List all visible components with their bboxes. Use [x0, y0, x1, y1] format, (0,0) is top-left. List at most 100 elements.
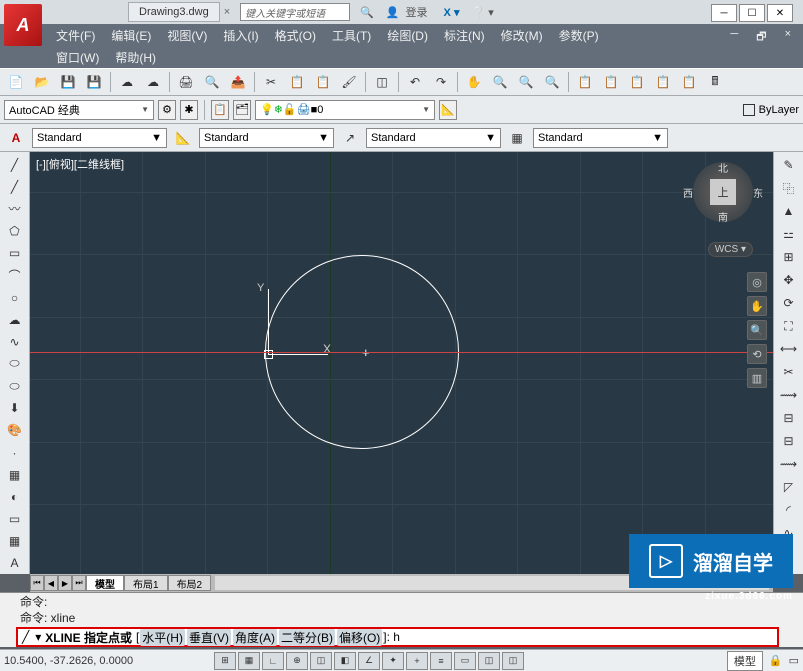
cloud-icon[interactable]: ☁ — [115, 71, 139, 93]
nav-showmotion-icon[interactable]: ▥ — [747, 368, 767, 388]
mirror-icon[interactable]: ▲ — [776, 200, 802, 222]
otrack-icon[interactable]: ∠ — [358, 652, 380, 670]
menu-draw[interactable]: 绘图(D) — [379, 27, 436, 44]
block-make-icon[interactable]: 🎨 — [2, 420, 28, 441]
ducs-icon[interactable]: ✦ — [382, 652, 404, 670]
cmd-opt-h[interactable]: 水平(H) — [140, 629, 185, 646]
menu-insert[interactable]: 插入(I) — [215, 27, 266, 44]
bylayer-color[interactable]: ByLayer — [759, 104, 799, 116]
menu-tools[interactable]: 工具(T) — [324, 27, 379, 44]
cut-icon[interactable]: ✂ — [259, 71, 283, 93]
preview-icon[interactable]: 🔍 — [200, 71, 224, 93]
grid-icon[interactable]: ▦ — [238, 652, 260, 670]
close-button[interactable]: ✕ — [767, 4, 793, 22]
tablestyle-icon[interactable]: ▦ — [505, 127, 529, 149]
tab-last-icon[interactable]: ⏭ — [72, 575, 86, 591]
tab-prev-icon[interactable]: ◀ — [44, 575, 58, 591]
scale-icon[interactable]: ⛶ — [776, 315, 802, 337]
hatch-icon[interactable]: ▦ — [2, 464, 28, 485]
layer-status-icon[interactable]: 📋 — [211, 100, 229, 120]
osnap-icon[interactable]: ◫ — [310, 652, 332, 670]
open-icon[interactable]: 📂 — [30, 71, 54, 93]
view-label[interactable]: [-][俯视][二维线框] — [36, 156, 124, 172]
tab-close-icon[interactable]: × — [220, 6, 234, 18]
undo-icon[interactable]: ↶ — [403, 71, 427, 93]
doc-min-icon[interactable]: ─ — [722, 28, 746, 47]
status-icon2[interactable]: ▭ — [789, 654, 799, 667]
saveas-icon[interactable]: 💾 — [82, 71, 106, 93]
copy2-icon[interactable]: ⿻ — [776, 177, 802, 199]
model-space-btn[interactable]: 模型 — [727, 651, 763, 671]
trim-icon[interactable]: ✂ — [776, 361, 802, 383]
mleaderstyle-combo[interactable]: Standard▼ — [366, 128, 501, 148]
layer-props-icon[interactable]: 🗂 — [233, 100, 251, 120]
ellipsearc-icon[interactable]: ⬭ — [2, 376, 28, 397]
minimize-button[interactable]: ─ — [711, 4, 737, 22]
doc-tab[interactable]: Drawing3.dwg — [128, 2, 220, 22]
block-icon[interactable]: ◫ — [370, 71, 394, 93]
menu-params[interactable]: 参数(P) — [551, 27, 607, 44]
new-icon[interactable]: 📄 — [4, 71, 28, 93]
toolpalette-icon[interactable]: 📋 — [625, 71, 649, 93]
help-icon[interactable]: ❔ ▾ — [467, 6, 497, 19]
rotate-icon[interactable]: ⟳ — [776, 292, 802, 314]
nav-orbit-icon[interactable]: ⟲ — [747, 344, 767, 364]
xline-icon[interactable]: ╱ — [2, 176, 28, 197]
menu-modify[interactable]: 修改(M) — [493, 27, 551, 44]
dimstyle-combo[interactable]: Standard▼ — [199, 128, 334, 148]
rectangle-icon[interactable]: ▭ — [2, 243, 28, 264]
zoom-prev-icon[interactable]: 🔍 — [540, 71, 564, 93]
drawing-canvas[interactable]: [-][俯视][二维线框] Y X + 北 南 西 东 上 WCS ▾ ◎ ✋ … — [30, 152, 773, 574]
ortho-icon[interactable]: ∟ — [262, 652, 284, 670]
app-logo[interactable]: A — [4, 4, 42, 46]
save-icon[interactable]: 💾 — [56, 71, 80, 93]
fillet-icon[interactable]: ◜ — [776, 499, 802, 521]
zoom-icon[interactable]: 🔍 — [488, 71, 512, 93]
gradient-icon[interactable]: ◐ — [2, 486, 28, 507]
polygon-icon[interactable]: ⬠ — [2, 220, 28, 241]
spline-icon[interactable]: ∿ — [2, 331, 28, 352]
nav-wheel-icon[interactable]: ◎ — [747, 272, 767, 292]
cmd-opt-o[interactable]: 偏移(O) — [337, 629, 382, 646]
search-input[interactable]: 键入关键字或短语 — [240, 3, 350, 21]
doc-restore-icon[interactable]: 🗗 — [748, 28, 774, 47]
layer-combo[interactable]: 💡❄🔓🖨 ■ 0▼ — [255, 100, 435, 120]
circle-icon[interactable]: ○ — [2, 287, 28, 308]
nav-zoom-icon[interactable]: 🔍 — [747, 320, 767, 340]
cmd-opt-v[interactable]: 垂直(V) — [187, 629, 231, 646]
break-icon[interactable]: ⊟ — [776, 407, 802, 429]
nav-pan-icon[interactable]: ✋ — [747, 296, 767, 316]
quickcalc-icon[interactable]: 🖩 — [703, 71, 727, 93]
region-icon[interactable]: ▭ — [2, 509, 28, 530]
mleaderstyle-icon[interactable]: ↗ — [338, 127, 362, 149]
copy-icon[interactable]: 📋 — [285, 71, 309, 93]
workspace-gear-icon[interactable]: ⚙ — [158, 100, 176, 120]
pan-icon[interactable]: ✋ — [462, 71, 486, 93]
tablestyle-combo[interactable]: Standard▼ — [533, 128, 668, 148]
command-window[interactable]: 命令: 命令: xline ╱ ▾ XLINE 指定点或 [水平(H) 垂直(V… — [0, 592, 803, 647]
dimstyle-icon[interactable]: 📐 — [171, 127, 195, 149]
workspace-combo[interactable]: AutoCAD 经典▼ — [4, 100, 154, 120]
tpy-icon[interactable]: ▭ — [454, 652, 476, 670]
layout2-tab[interactable]: 布局2 — [168, 575, 212, 591]
publish-icon[interactable]: 📤 — [226, 71, 250, 93]
plot-icon[interactable]: 🖨 — [174, 71, 198, 93]
ellipse-icon[interactable]: ⬭ — [2, 353, 28, 374]
3dosnap-icon[interactable]: ◧ — [334, 652, 356, 670]
tab-first-icon[interactable]: ⏮ — [30, 575, 44, 591]
stretch-icon[interactable]: ⟷ — [776, 338, 802, 360]
offset-icon[interactable]: ⚍ — [776, 223, 802, 245]
qp-icon[interactable]: ◫ — [478, 652, 500, 670]
viewcube[interactable]: 北 南 西 东 上 — [693, 162, 753, 222]
cmd-opt-b[interactable]: 二等分(B) — [279, 629, 335, 646]
menu-help[interactable]: 帮助(H) — [107, 49, 164, 66]
search-icon[interactable]: 🔍 — [356, 6, 378, 19]
menu-edit[interactable]: 编辑(E) — [103, 27, 159, 44]
designcenter-icon[interactable]: 📋 — [599, 71, 623, 93]
tab-next-icon[interactable]: ▶ — [58, 575, 72, 591]
join-icon[interactable]: ⟿ — [776, 453, 802, 475]
table-icon[interactable]: ▦ — [2, 531, 28, 552]
status-icon1[interactable]: 🔒 — [769, 654, 783, 667]
array-icon[interactable]: ⊞ — [776, 246, 802, 268]
point-icon[interactable]: · — [2, 442, 28, 463]
